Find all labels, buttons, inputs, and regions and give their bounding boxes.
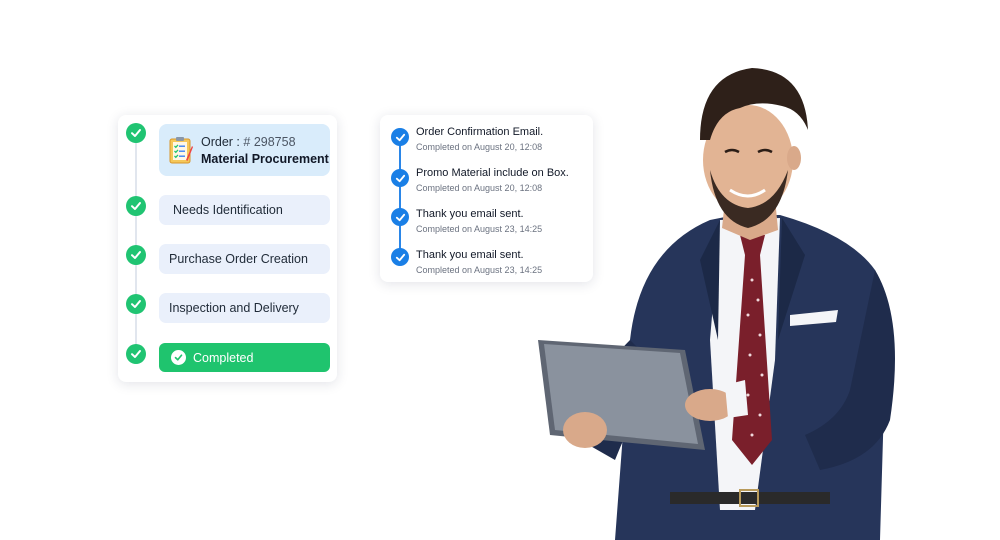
step-purchase-order-creation[interactable]: Purchase Order Creation bbox=[159, 244, 330, 274]
workflow-timeline-line bbox=[135, 135, 137, 350]
email-item-title: Thank you email sent. bbox=[416, 249, 524, 261]
check-circle-icon bbox=[126, 245, 146, 265]
check-circle-icon bbox=[391, 169, 409, 187]
check-circle-icon bbox=[171, 350, 186, 365]
workflow-card: Order : # 298758 Material Procurement Ne… bbox=[118, 115, 337, 382]
completed-status-pill[interactable]: Completed bbox=[159, 343, 330, 372]
step-inspection-and-delivery[interactable]: Inspection and Delivery bbox=[159, 293, 330, 323]
check-circle-icon bbox=[126, 344, 146, 364]
check-circle-icon bbox=[391, 208, 409, 226]
completed-label: Completed bbox=[193, 350, 254, 365]
email-timeline-line bbox=[399, 137, 401, 257]
check-circle-icon bbox=[391, 248, 409, 266]
check-circle-icon bbox=[126, 294, 146, 314]
businessman-photo bbox=[538, 68, 895, 540]
check-circle-icon bbox=[126, 123, 146, 143]
order-summary[interactable]: Order : # 298758 Material Procurement bbox=[159, 124, 330, 176]
email-item-title: Thank you email sent. bbox=[416, 208, 524, 220]
order-title: Material Procurement bbox=[201, 152, 329, 166]
step-label: Purchase Order Creation bbox=[169, 252, 308, 266]
order-label: Order : bbox=[201, 135, 240, 149]
check-circle-icon bbox=[391, 128, 409, 146]
clipboard-checklist-icon bbox=[169, 137, 193, 164]
step-label: Inspection and Delivery bbox=[169, 301, 299, 315]
order-number-line: Order : # 298758 bbox=[201, 135, 296, 149]
step-needs-identification[interactable]: Needs Identification bbox=[159, 195, 330, 225]
step-label: Needs Identification bbox=[173, 203, 283, 217]
check-circle-icon bbox=[126, 196, 146, 216]
order-number: # 298758 bbox=[243, 135, 296, 149]
